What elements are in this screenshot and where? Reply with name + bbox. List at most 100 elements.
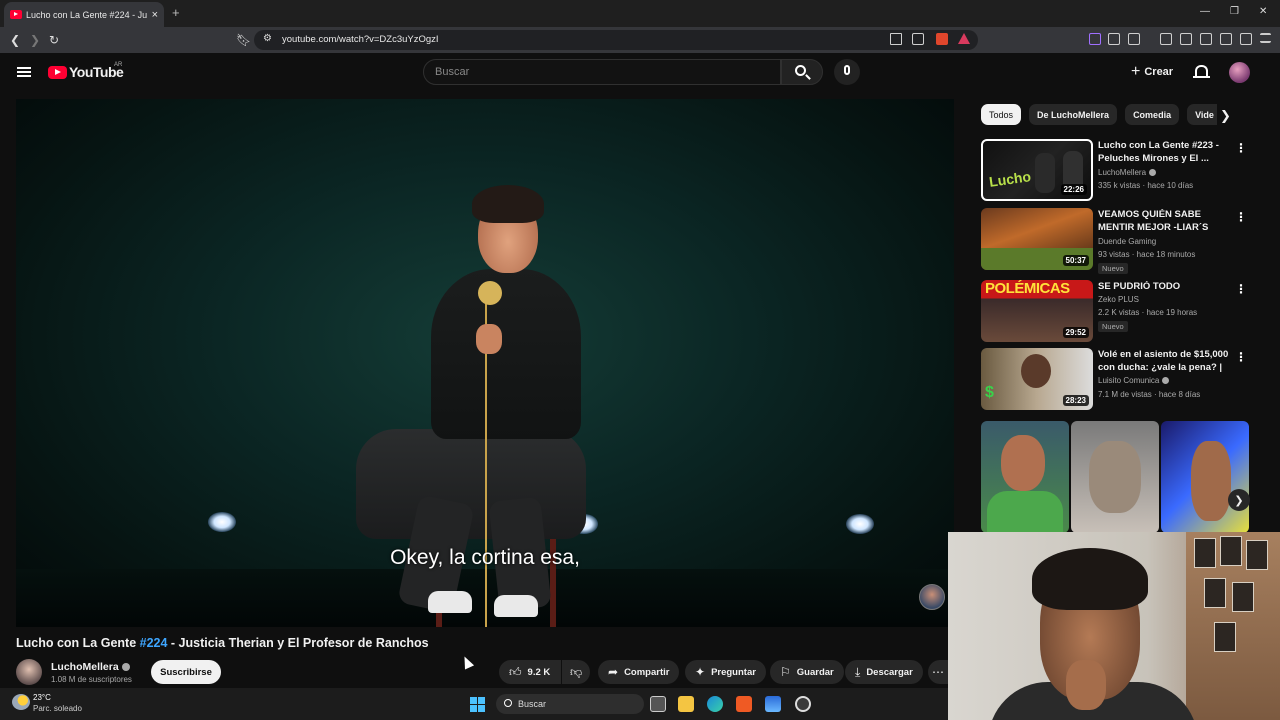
recommendation-channel-name[interactable]: LuchoMellera [1098, 168, 1146, 177]
recommendation-item[interactable]: Lucho 22:26 Lucho con La Gente #223 - Pe… [981, 139, 1247, 201]
wallet-icon[interactable] [1200, 33, 1212, 45]
chip-videos[interactable]: Vide [1187, 104, 1218, 125]
recommendation-channel[interactable]: LuchoMellera [1098, 168, 1157, 177]
recommendation-title[interactable]: Volé en el asiento de $15,000 con ducha:… [1098, 349, 1230, 374]
chip-comedy[interactable]: Comedia [1125, 104, 1180, 125]
vpn-icon[interactable] [1089, 33, 1101, 45]
recommendation-title[interactable]: Lucho con La Gente #223 - Peluches Miron… [1098, 140, 1230, 165]
more-vertical-icon[interactable]: ⋮ [1235, 141, 1247, 155]
cast-icon[interactable] [890, 33, 902, 45]
recommendation-title[interactable]: VEAMOS QUIÉN SABE MENTIR MEJOR -LIAR´S B… [1098, 209, 1230, 234]
share-page-icon[interactable] [912, 33, 924, 45]
short-thumbnail[interactable] [981, 421, 1069, 533]
performer-hand [476, 324, 502, 354]
more-vertical-icon[interactable]: ⋮ [1235, 350, 1247, 364]
more-vertical-icon[interactable]: ⋮ [1235, 210, 1247, 224]
shorts-next-button[interactable]: ❯ [1228, 489, 1250, 511]
sidebar-icon[interactable] [1180, 33, 1192, 45]
windows-start-icon[interactable] [470, 697, 485, 712]
youtube-favicon-icon [10, 10, 22, 19]
back-icon[interactable]: ❮ [10, 33, 20, 47]
channel-name-text[interactable]: LuchoMellera [51, 661, 119, 673]
media-icon[interactable] [1160, 33, 1172, 45]
leo-ai-icon[interactable] [1220, 33, 1232, 45]
recommendation-item[interactable]: $ 28:23 Volé en el asiento de $15,000 co… [981, 348, 1247, 410]
channel-watermark-avatar[interactable] [919, 584, 945, 610]
video-hashtag-link[interactable]: #224 [140, 636, 168, 650]
recommendation-channel[interactable]: Luisito Comunica [1098, 376, 1170, 385]
bookmark-icon[interactable]: 🔖︎ [236, 33, 251, 47]
recommendation-title[interactable]: SE PUDRIÓ TODO [1098, 281, 1230, 294]
new-badge: Nuevo [1098, 263, 1128, 274]
thumbs-down-icon: 👎︎ [570, 664, 583, 679]
tab-close-icon[interactable]: × [152, 9, 158, 21]
subscribe-button[interactable]: Suscribirse [151, 660, 221, 684]
new-tab-button[interactable]: + [172, 5, 180, 20]
more-vertical-icon[interactable]: ⋮ [1235, 282, 1247, 296]
video-thumbnail[interactable]: 50:37 [981, 208, 1093, 270]
thumbnail-logo: Lucho [988, 168, 1032, 190]
search-icon[interactable] [795, 65, 806, 76]
microphone-icon[interactable] [844, 65, 850, 75]
weather-description[interactable]: Parc. soleado [33, 704, 82, 713]
channel-avatar[interactable] [16, 659, 42, 685]
create-button[interactable]: + Crear [1123, 60, 1179, 84]
brave-rewards-icon[interactable] [958, 33, 970, 44]
notifications-bell-icon[interactable] [1193, 65, 1210, 78]
like-button[interactable]: 👍︎ 9.2 K [499, 660, 561, 684]
weather-temperature[interactable]: 23°C [33, 693, 51, 702]
channel-name[interactable]: LuchoMellera [51, 661, 130, 673]
share-button[interactable]: ➦ Compartir [598, 660, 680, 684]
more-actions-button[interactable]: ⋯ [928, 660, 948, 684]
minimize-icon[interactable]: — [1200, 6, 1210, 17]
recommendation-item[interactable]: POLÉMICAS 29:52 SE PUDRIÓ TODO Zeko PLUS… [981, 280, 1247, 342]
browser-tab[interactable]: Lucho con La Gente #224 - Ju × [4, 2, 164, 27]
file-explorer-icon[interactable] [678, 696, 694, 712]
recommendation-channel-name[interactable]: Luisito Comunica [1098, 376, 1159, 385]
hamburger-menu-icon[interactable] [17, 67, 31, 77]
recommendation-meta: 2.2 K vistas · hace 19 horas [1098, 308, 1198, 317]
short-figure [987, 491, 1063, 533]
chip-all[interactable]: Todos [981, 104, 1022, 125]
dislike-button[interactable]: 👎︎ [562, 660, 590, 684]
ask-button[interactable]: ✦ Preguntar [685, 660, 766, 684]
youtube-logo-icon[interactable] [48, 66, 67, 79]
reload-icon[interactable]: ↻ [49, 33, 59, 47]
forward-icon[interactable]: ❯ [30, 33, 40, 47]
url-field[interactable]: ⚙ youtube.com/watch?v=DZc3uYzOgzI [254, 30, 978, 50]
edge-icon[interactable] [707, 696, 723, 712]
account-avatar[interactable] [1229, 62, 1250, 83]
short-thumbnail[interactable] [1161, 421, 1249, 533]
maximize-icon[interactable]: ❐ [1230, 6, 1239, 17]
photos-icon[interactable] [765, 696, 781, 712]
video-thumbnail[interactable]: Lucho 22:26 [981, 139, 1093, 201]
download-button[interactable]: ⤓ Descargar [845, 660, 923, 684]
video-thumbnail[interactable]: POLÉMICAS 29:52 [981, 280, 1093, 342]
extensions-icon[interactable] [1108, 33, 1120, 45]
recommendation-meta: 335 k vistas · hace 10 días [1098, 181, 1194, 190]
chip-channel[interactable]: De LuchoMellera [1029, 104, 1118, 125]
short-thumbnail[interactable] [1071, 421, 1159, 533]
stage-microphone [478, 281, 502, 305]
app-icon[interactable] [795, 696, 811, 712]
brave-icon[interactable] [736, 696, 752, 712]
video-player[interactable]: Okey, la cortina esa, [16, 99, 954, 627]
video-thumbnail[interactable]: $ 28:23 [981, 348, 1093, 410]
search-input[interactable] [424, 60, 780, 84]
task-view-icon[interactable] [650, 696, 666, 712]
weather-icon[interactable] [12, 694, 30, 710]
recommendation-channel[interactable]: Duende Gaming [1098, 237, 1156, 246]
chevron-right-icon[interactable]: ❯ [1220, 108, 1231, 124]
browser-menu-icon[interactable] [1260, 33, 1271, 43]
site-settings-icon[interactable]: ⚙ [263, 33, 272, 44]
screenshot-icon[interactable] [1128, 33, 1140, 45]
save-button[interactable]: ⚐ Guardar [770, 660, 844, 684]
shield-icon[interactable] [1240, 33, 1252, 45]
webcam-overlay [948, 532, 1280, 720]
recommendation-item[interactable]: 50:37 VEAMOS QUIÉN SABE MENTIR MEJOR -LI… [981, 208, 1247, 274]
taskbar-search[interactable]: Buscar [496, 694, 644, 714]
sparkle-icon: ✦ [695, 665, 706, 679]
brave-shields-icon[interactable] [936, 33, 948, 45]
window-close-icon[interactable]: ✕ [1259, 6, 1267, 17]
recommendation-channel[interactable]: Zeko PLUS [1098, 295, 1139, 304]
